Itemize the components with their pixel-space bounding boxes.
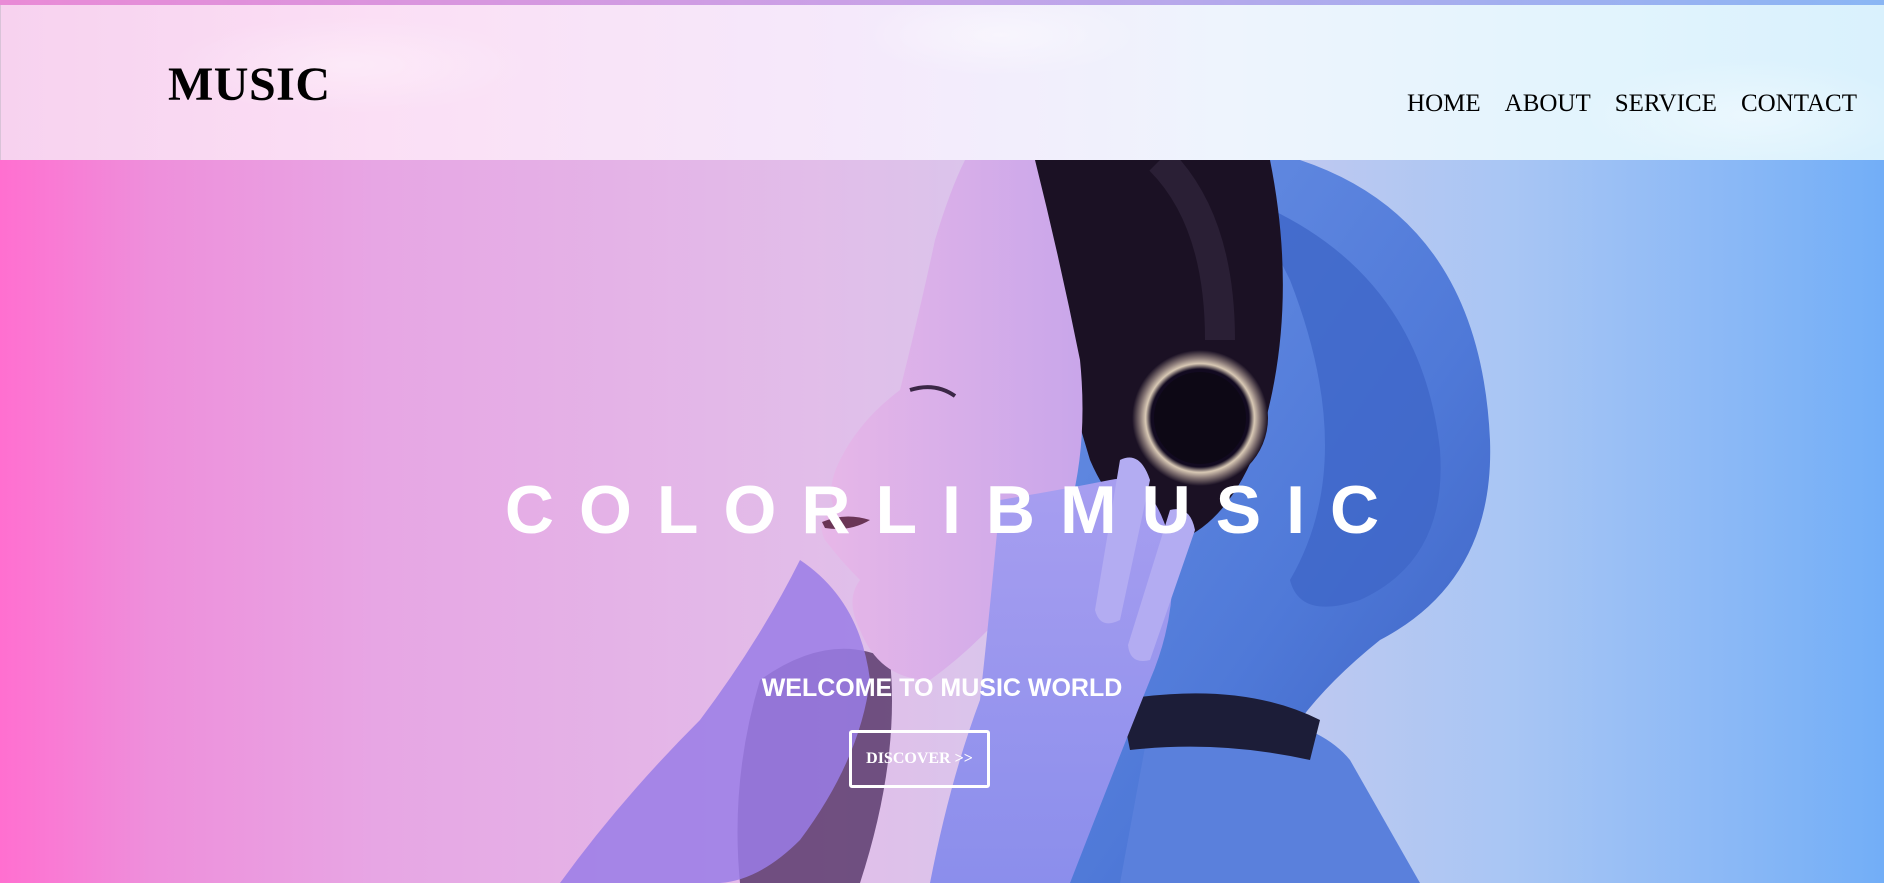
site-logo[interactable]: MUSIC xyxy=(168,57,331,113)
nav-home-link[interactable]: HOME xyxy=(1407,85,1481,123)
hero-banner: COLORLIBMUSIC WELCOME TO MUSIC WORLD DIS… xyxy=(0,160,1884,883)
hero-subtitle: WELCOME TO MUSIC WORLD xyxy=(761,674,1123,702)
hero-title: COLORLIBMUSIC xyxy=(504,472,1405,548)
nav-contact-link[interactable]: CONTACT xyxy=(1741,85,1857,123)
discover-button[interactable]: DISCOVER >> xyxy=(849,730,990,788)
main-nav: HOME ABOUT SERVICE CONTACT xyxy=(1383,85,1857,123)
nav-about-link[interactable]: ABOUT xyxy=(1505,85,1591,123)
site-header: MUSIC HOME ABOUT SERVICE CONTACT xyxy=(0,5,1884,160)
nav-service-link[interactable]: SERVICE xyxy=(1615,85,1717,123)
